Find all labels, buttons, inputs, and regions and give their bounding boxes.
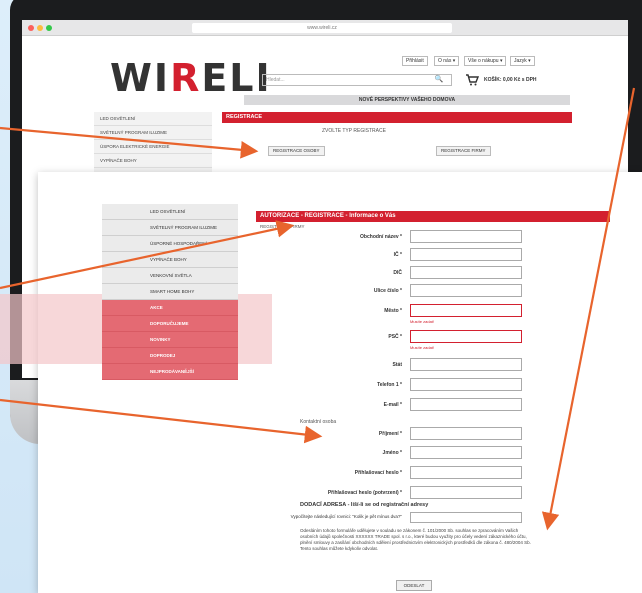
menu-item-economy[interactable]: Úsporné hospodaření xyxy=(102,236,238,252)
address-bar[interactable]: www.wireli.cz xyxy=(192,23,452,33)
menu-item-led[interactable]: LED osvětlení xyxy=(102,204,238,220)
language-menu[interactable]: Jazyk ▾ xyxy=(510,56,535,66)
country-select[interactable] xyxy=(410,358,522,371)
dic-label: DIČ xyxy=(393,270,402,276)
logo-text-left: WI xyxy=(110,56,171,100)
sidebar-item-light-program[interactable]: Světelný program Iluzime xyxy=(94,126,212,140)
menu-item-new[interactable]: Novinky xyxy=(102,332,238,348)
city-label: Město * xyxy=(384,308,402,314)
menu-item-smart-home[interactable]: Smart home bohy xyxy=(102,284,238,300)
city-input[interactable] xyxy=(410,304,522,317)
password-confirm-label: Přihlašovací heslo (potvrzení) * xyxy=(327,490,402,496)
password-input[interactable] xyxy=(410,466,522,479)
maximize-window-icon[interactable] xyxy=(46,25,52,31)
captcha-input[interactable] xyxy=(410,512,522,523)
menu-item-bestsellers[interactable]: Nejprodávanější xyxy=(102,364,238,380)
browser-toolbar: www.wireli.cz xyxy=(22,20,628,36)
register-company-button[interactable]: REGISTRACE FIRMY xyxy=(436,146,491,156)
cart-total[interactable]: KOŠÍK: 0,00 Kč s DPH xyxy=(484,77,537,83)
menu-item-recommended[interactable]: Doporučujeme xyxy=(102,316,238,332)
search-input[interactable]: Hledat... xyxy=(262,74,452,86)
email-input[interactable] xyxy=(410,398,522,411)
firstname-label: Jméno * xyxy=(382,450,402,456)
surname-input[interactable] xyxy=(410,427,522,440)
delivery-address-heading: DODACÍ ADRESA - liší-li se od registračn… xyxy=(300,502,429,508)
shopping-info-menu[interactable]: Vše o nákupu ▾ xyxy=(464,56,507,66)
contact-person-heading: Kontaktní osoba xyxy=(300,419,337,425)
street-input[interactable] xyxy=(410,284,522,297)
sidebar-item-led[interactable]: LED osvětlení xyxy=(94,112,212,126)
country-label: Stát xyxy=(392,362,402,368)
company-name-input[interactable] xyxy=(410,230,522,243)
menu-item-switches[interactable]: Vypínače bohy xyxy=(102,252,238,268)
search-icon[interactable]: 🔍 xyxy=(434,75,444,85)
zip-label: PSČ * xyxy=(388,334,402,340)
phone-label: Telefon 1 * xyxy=(377,382,402,388)
sidebar-item-switches[interactable]: Vypínače bohy xyxy=(94,154,212,168)
form-header: AUTORIZACE - REGISTRACE - Informace o Vá… xyxy=(256,211,610,222)
minimize-window-icon[interactable] xyxy=(37,25,43,31)
form-subtitle: REGISTRACE FIRMY xyxy=(260,224,305,229)
cart-icon[interactable] xyxy=(465,74,479,86)
register-person-button[interactable]: REGISTRACE OSOBY xyxy=(268,146,325,156)
password-confirm-input[interactable] xyxy=(410,486,522,499)
menu-item-outdoor[interactable]: Venkovní světla xyxy=(102,268,238,284)
submit-button[interactable]: ODESLAT xyxy=(396,580,432,591)
login-link[interactable]: Přihlásit xyxy=(402,56,428,66)
surname-label: Příjmení * xyxy=(378,431,402,437)
zip-error: Musíte zadat! xyxy=(410,345,435,350)
password-label: Přihlašovací heslo * xyxy=(354,470,402,476)
dic-input[interactable] xyxy=(410,266,522,279)
site-logo[interactable]: WIRELI xyxy=(110,56,272,100)
registration-type-label: ZVOLTE TYP REGISTRACE xyxy=(322,128,386,134)
phone-input[interactable] xyxy=(410,378,522,391)
menu-item-light-program[interactable]: Světelný program Iluzime xyxy=(102,220,238,236)
logo-text-mid: R xyxy=(170,56,202,100)
ico-label: IČ * xyxy=(393,252,402,258)
ico-input[interactable] xyxy=(410,248,522,261)
menu-item-sale[interactable]: Akce xyxy=(102,300,238,316)
sidebar-item-energy-saving[interactable]: Úspora elektrické energie xyxy=(94,140,212,154)
company-name-label: Obchodní název * xyxy=(360,234,402,240)
city-error: Musíte zadat! xyxy=(410,319,435,324)
email-label: E-mail * xyxy=(383,402,402,408)
menu-item-clearance[interactable]: Doprodej xyxy=(102,348,238,364)
zip-input[interactable] xyxy=(410,330,522,343)
captcha-label: Vypočítejte následující rovnici: "Kolik … xyxy=(290,514,402,519)
about-menu[interactable]: O nás ▾ xyxy=(434,56,460,66)
tagline-banner: NOVÉ PERSPEKTIVY VAŠEHO DOMOVA xyxy=(244,95,570,105)
firstname-input[interactable] xyxy=(410,446,522,459)
registration-header: REGISTRACE xyxy=(222,112,572,123)
close-window-icon[interactable] xyxy=(28,25,34,31)
consent-text: Odesláním tohoto formuláře udělujete v s… xyxy=(300,528,531,551)
street-label: Ulice číslo * xyxy=(373,288,402,294)
